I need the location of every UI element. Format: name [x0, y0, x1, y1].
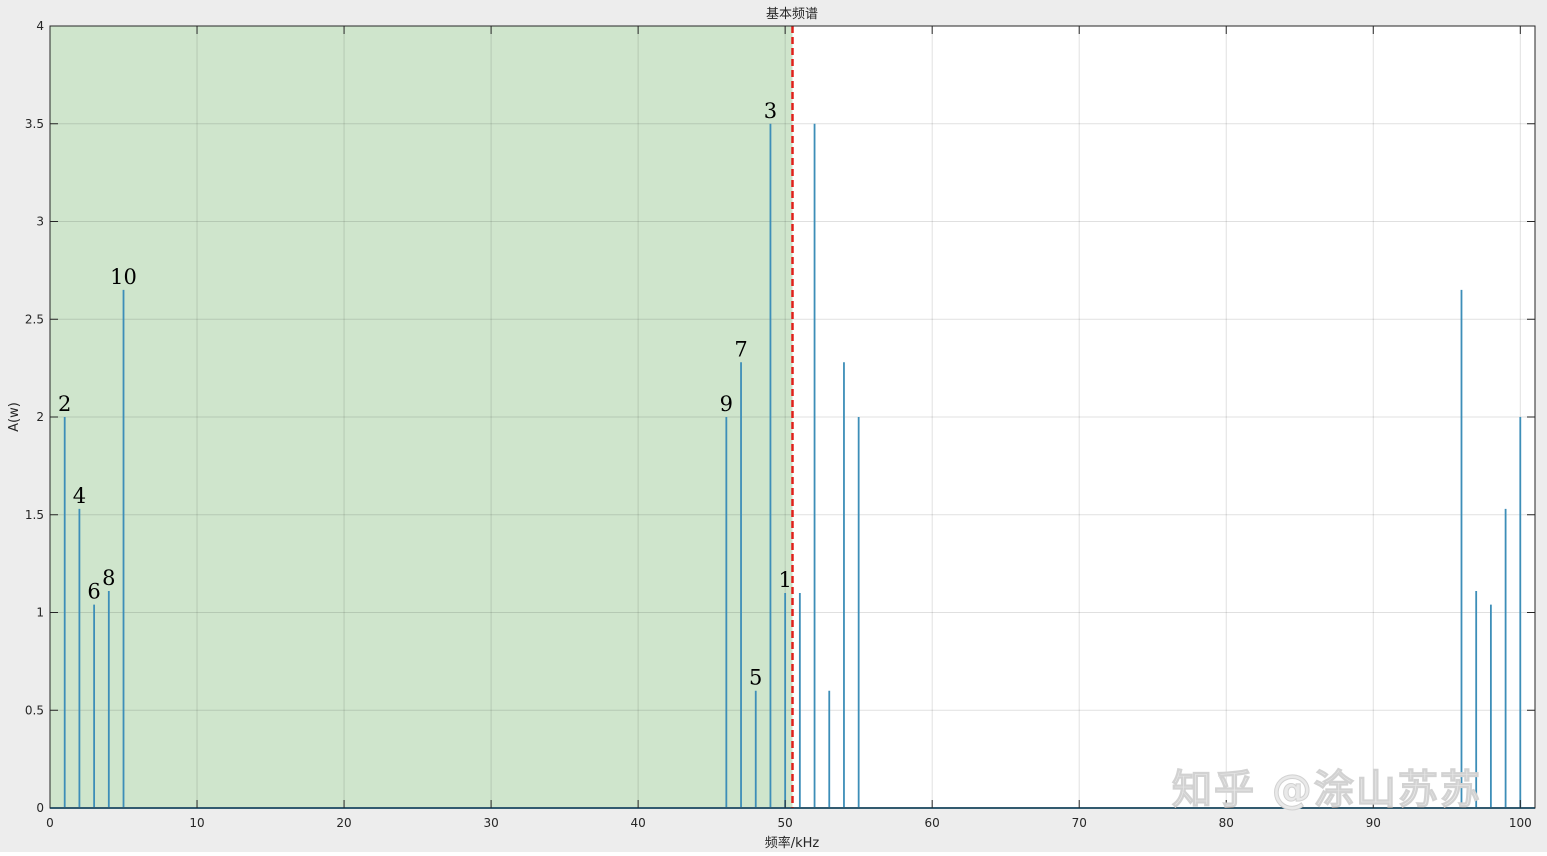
chart-svg: 0 10 20 30 40 50 60 70 80 90 10000.511.522.533.54 …	[7, 7, 1536, 851]
y-tick-label: 3.5	[25, 117, 44, 131]
chart-title: 基本频谱	[766, 7, 818, 22]
stem-label: 5	[749, 666, 762, 690]
stem-label: 3	[764, 99, 777, 123]
stem-label: 10	[110, 265, 137, 289]
y-tick-label: 2.5	[25, 312, 44, 326]
x-tick-label: 100	[1509, 816, 1532, 830]
y-tick-label: 0	[36, 801, 44, 815]
x-tick-label: 30	[483, 816, 498, 830]
x-axis-label: 频率/kHz	[765, 835, 820, 851]
stem-label: 2	[58, 392, 71, 416]
x-tick-label: 20	[336, 816, 351, 830]
x-tick-label: 70	[1072, 816, 1087, 830]
stem-label: 6	[87, 580, 100, 604]
x-tick-label: 60	[925, 816, 940, 830]
y-tick-label: 0.5	[25, 703, 44, 717]
y-tick-label: 4	[36, 19, 44, 33]
y-axis-label: A(w)	[7, 402, 22, 432]
y-tick-label: 1	[36, 606, 44, 620]
y-tick-label: 2	[36, 410, 44, 424]
stem-label: 8	[102, 566, 115, 590]
x-tick-label: 0	[46, 816, 54, 830]
stem-label: 9	[720, 392, 733, 416]
spectrum-chart: 0 10 20 30 40 50 60 70 80 90 100 0 0.5 1 1.5 2 2.5 3 3.5 4 …	[0, 0, 1547, 852]
y-tick-label: 1.5	[25, 508, 44, 522]
x-tick-label: 90	[1366, 816, 1381, 830]
x-tick-label: 50	[778, 816, 793, 830]
stem-label: 1	[778, 568, 791, 592]
watermark: 知乎 @涂山苏苏	[1172, 767, 1482, 813]
y-tick-label: 3	[36, 215, 44, 229]
x-tick-label: 80	[1219, 816, 1234, 830]
stem-label: 7	[734, 337, 747, 361]
x-tick-label: 40	[630, 816, 645, 830]
x-tick-label: 10	[189, 816, 204, 830]
stem-label: 4	[73, 484, 86, 508]
